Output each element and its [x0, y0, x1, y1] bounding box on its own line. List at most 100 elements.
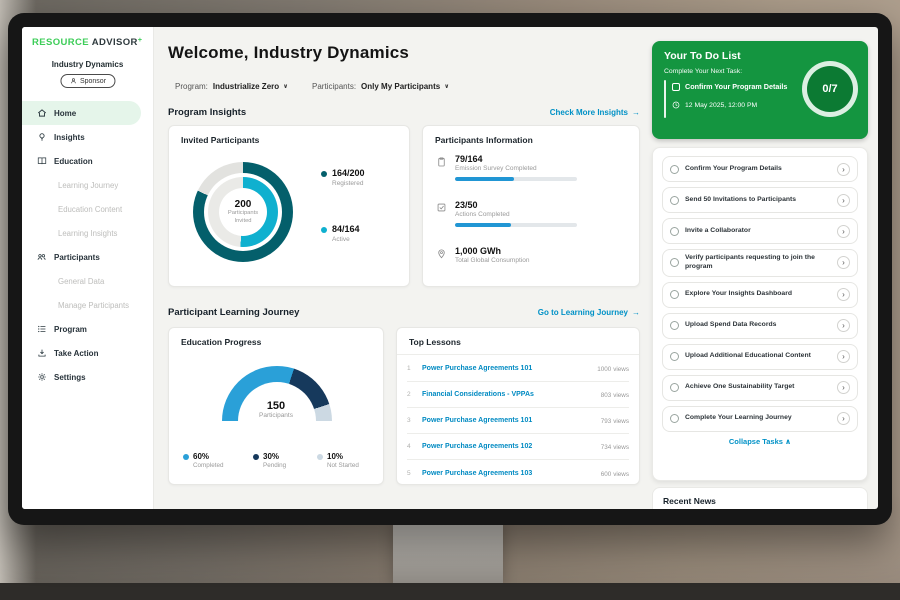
lesson-row: 2 Financial Considerations - VPPAs 803vi…: [407, 382, 629, 408]
legend-label: Completed: [193, 462, 223, 469]
collapse-tasks-link[interactable]: Collapse Tasks ∧: [662, 437, 858, 446]
sidebar-item-education-content[interactable]: Education Content: [22, 197, 153, 221]
participants-select-value: Only My Participants: [361, 82, 440, 91]
people-icon: [36, 252, 47, 262]
info-row-actions: 23/50 Actions Completed: [435, 200, 577, 227]
task-checkbox[interactable]: [670, 383, 679, 392]
legend-label: Pending: [263, 462, 286, 469]
sidebar-item-home[interactable]: Home: [22, 101, 141, 125]
info-row-consumption: 1,000 GWh Total Global Consumption: [435, 246, 529, 264]
sidebar-item-label: Education Content: [58, 205, 122, 214]
todo-progress-value: 0/7: [807, 66, 853, 112]
chevron-right-icon[interactable]: ›: [837, 194, 850, 207]
sidebar-item-take-action[interactable]: Take Action: [22, 341, 153, 365]
sidebar-item-settings[interactable]: Settings: [22, 365, 153, 389]
task-checkbox[interactable]: [670, 290, 679, 299]
info-label: Total Global Consumption: [455, 257, 529, 264]
lesson-title-link[interactable]: Financial Considerations - VPPAs: [422, 391, 593, 398]
lesson-rank: 4: [407, 443, 416, 450]
lesson-views: 793: [601, 418, 612, 425]
go-to-learning-journey-link[interactable]: Go to Learning Journey →: [538, 308, 640, 317]
sidebar-item-education[interactable]: Education: [22, 149, 153, 173]
legend-value: 164/200: [332, 168, 365, 178]
monitor-stand: [393, 522, 503, 586]
legend-dot-registered: [321, 171, 327, 177]
participants-information-card: Participants Information 79/164 Emission…: [422, 125, 640, 287]
book-icon: [36, 156, 47, 166]
task-checkbox[interactable]: [670, 196, 679, 205]
chevron-right-icon[interactable]: ›: [837, 350, 850, 363]
chevron-right-icon[interactable]: ›: [837, 412, 850, 425]
legend-value: 10%: [327, 452, 343, 461]
lesson-rank: 3: [407, 417, 416, 424]
progress-bar: [455, 223, 577, 227]
chevron-right-icon[interactable]: ›: [837, 288, 850, 301]
chevron-right-icon[interactable]: ›: [837, 225, 850, 238]
next-task-row[interactable]: Confirm Your Program Details: [672, 82, 787, 91]
lesson-title-link[interactable]: Power Purchase Agreements 102: [422, 443, 593, 450]
todo-summary-card: Your To Do List Complete Your Next Task:…: [652, 41, 868, 139]
sidebar-item-program[interactable]: Program: [22, 317, 153, 341]
task-checkbox[interactable]: [670, 352, 679, 361]
task-row-achieve-target[interactable]: Achieve One Sustainability Target ›: [662, 375, 858, 401]
legend-value: 30%: [263, 452, 279, 461]
lesson-row: 4 Power Purchase Agreements 102 734views: [407, 434, 629, 460]
task-checkbox[interactable]: [670, 321, 679, 330]
task-row-upload-spend-data[interactable]: Upload Spend Data Records ›: [662, 313, 858, 339]
lesson-views: 1000: [597, 366, 611, 373]
sidebar-item-manage-participants[interactable]: Manage Participants: [22, 293, 153, 317]
sidebar-item-label: General Data: [58, 277, 104, 286]
program-select-value: Industrialize Zero: [213, 82, 279, 91]
sidebar-item-general-data[interactable]: General Data: [22, 269, 153, 293]
legend-not-started: 10% Not Started: [317, 452, 359, 469]
program-insights-section-title: Program Insights: [168, 107, 246, 118]
lesson-title-link[interactable]: Power Purchase Agreements 103: [422, 470, 593, 477]
legend-label: Not Started: [327, 462, 359, 469]
next-task-checkbox[interactable]: [672, 83, 680, 91]
chevron-right-icon[interactable]: ›: [837, 163, 850, 176]
lesson-title-link[interactable]: Power Purchase Agreements 101: [422, 365, 589, 372]
accent-bar: [664, 80, 666, 118]
task-row-explore-insights[interactable]: Explore Your Insights Dashboard ›: [662, 282, 858, 308]
sidebar-item-label: Learning Journey: [58, 181, 118, 190]
gauge-center-value: 150: [169, 400, 383, 412]
chevron-right-icon[interactable]: ›: [837, 256, 850, 269]
program-filter-label: Program:: [175, 82, 208, 91]
top-lessons-card: Top Lessons 1 Power Purchase Agreements …: [396, 327, 640, 485]
lesson-title-link[interactable]: Power Purchase Agreements 101: [422, 417, 593, 424]
brand-plus: +: [138, 37, 143, 44]
task-checkbox[interactable]: [670, 414, 679, 423]
lesson-row: 3 Power Purchase Agreements 101 793views: [407, 408, 629, 434]
arrow-right-icon: →: [632, 308, 640, 317]
task-row-verify-participants[interactable]: Verify participants requesting to join t…: [662, 249, 858, 277]
task-row-invite-collaborator[interactable]: Invite a Collaborator ›: [662, 218, 858, 244]
sidebar-item-insights[interactable]: Insights: [22, 125, 153, 149]
bulb-icon: [36, 132, 47, 142]
chevron-right-icon[interactable]: ›: [837, 319, 850, 332]
org-name: Industry Dynamics: [22, 60, 153, 69]
task-label: Send 50 Invitations to Participants: [685, 196, 831, 205]
sidebar-item-participants[interactable]: Participants: [22, 245, 153, 269]
sidebar: RESOURCE ADVISOR+ Industry Dynamics Spon…: [22, 27, 154, 509]
task-row-send-invitations[interactable]: Send 50 Invitations to Participants ›: [662, 187, 858, 213]
task-label: Invite a Collaborator: [685, 227, 831, 236]
sidebar-item-learning-insights[interactable]: Learning Insights: [22, 221, 153, 245]
task-row-complete-learning-journey[interactable]: Complete Your Learning Journey ›: [662, 406, 858, 432]
list-icon: [36, 324, 47, 334]
lesson-views: 734: [601, 444, 612, 451]
task-row-upload-educational-content[interactable]: Upload Additional Educational Content ›: [662, 344, 858, 370]
task-checkbox[interactable]: [670, 258, 679, 267]
gauge-center-label: Participants: [169, 412, 383, 419]
program-select[interactable]: Industrialize Zero ∨: [213, 82, 288, 91]
person-icon: [69, 77, 77, 85]
chevron-right-icon[interactable]: ›: [837, 381, 850, 394]
check-more-insights-link[interactable]: Check More Insights →: [550, 108, 640, 117]
chevron-down-icon: ∨: [444, 83, 449, 90]
task-row-confirm-program[interactable]: Confirm Your Program Details ›: [662, 156, 858, 182]
task-checkbox[interactable]: [670, 227, 679, 236]
task-checkbox[interactable]: [670, 165, 679, 174]
sidebar-item-learning-journey[interactable]: Learning Journey: [22, 173, 153, 197]
invited-donut-chart: 200 Participants Invited: [193, 162, 293, 262]
participants-select[interactable]: Only My Participants ∨: [361, 82, 449, 91]
progress-fill: [455, 223, 511, 227]
